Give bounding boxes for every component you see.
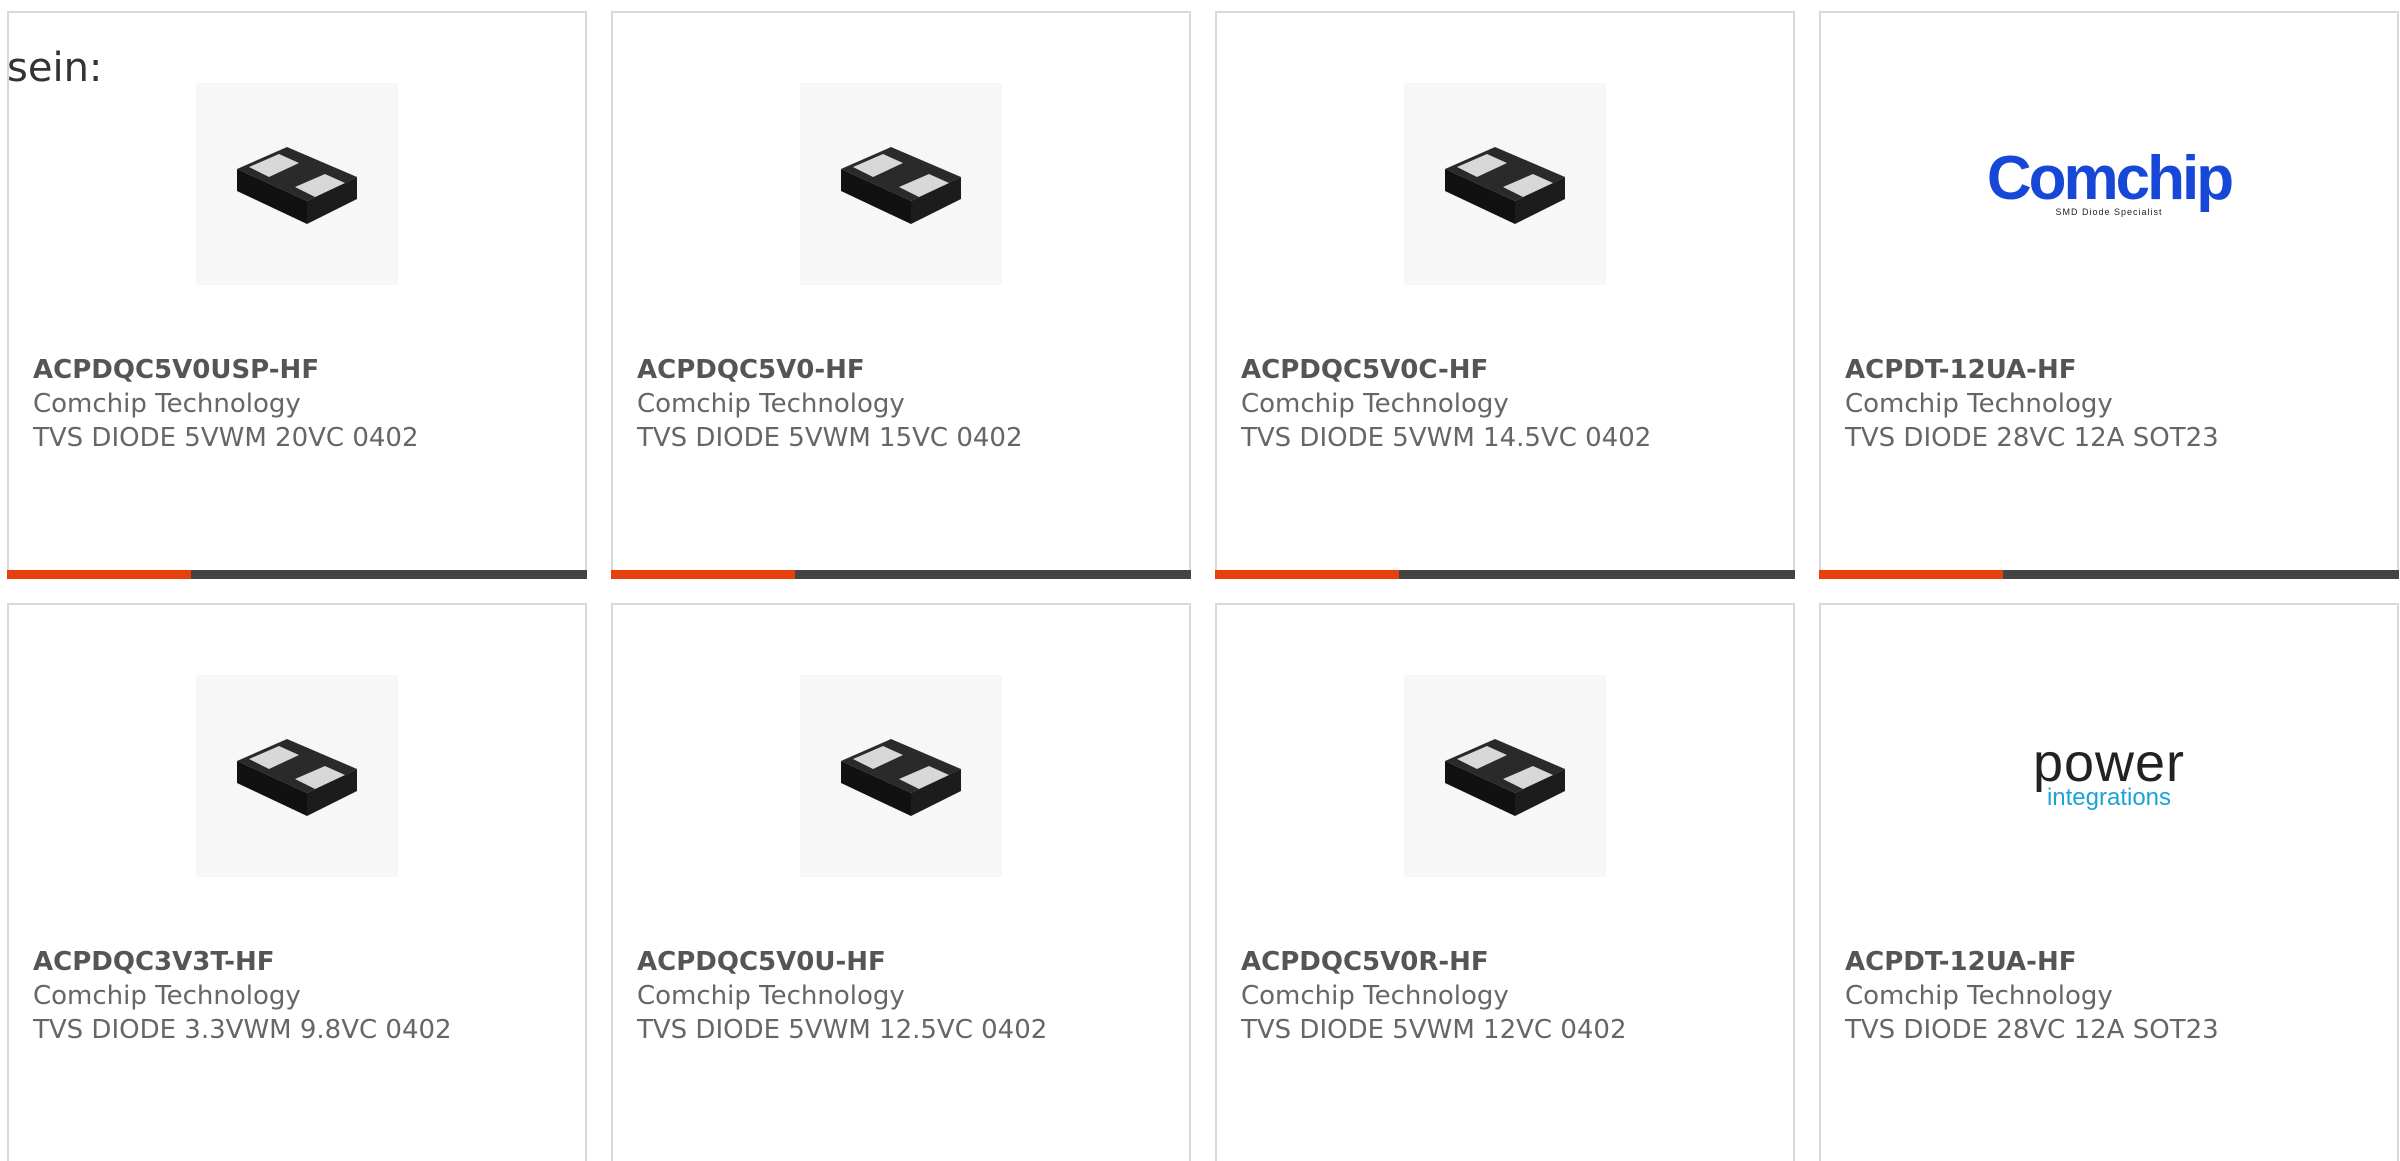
product-info: ACPDQC5V0C-HF Comchip Technology TVS DIO… [1241, 353, 1783, 455]
part-number[interactable]: ACPDQC5V0USP-HF [33, 353, 575, 387]
product-image[interactable] [800, 675, 1002, 877]
card-accent-bar [1215, 570, 1795, 579]
page: sein: ACPDQC5V0USP-HF Comchip Technology… [0, 0, 2400, 1161]
manufacturer: Comchip Technology [637, 389, 905, 419]
accent-segment [1215, 570, 1399, 579]
manufacturer: Comchip Technology [33, 389, 301, 419]
card-accent-bar [7, 570, 587, 579]
description: TVS DIODE 3.3VWM 9.8VC 0402 [33, 1015, 452, 1045]
product-info: ACPDQC5V0-HF Comchip Technology TVS DIOD… [637, 353, 1179, 455]
part-number[interactable]: ACPDQC5V0U-HF [637, 945, 1179, 979]
product-card[interactable]: ACPDQC3V3T-HF Comchip Technology TVS DIO… [7, 603, 587, 1161]
product-card[interactable]: ACPDQC5V0-HF Comchip Technology TVS DIOD… [611, 11, 1191, 579]
diode-package-icon [841, 147, 961, 224]
lead-text: sein: [7, 45, 103, 91]
product-card[interactable]: ACPDQC5V0R-HF Comchip Technology TVS DIO… [1215, 603, 1795, 1161]
part-number[interactable]: ACPDQC5V0R-HF [1241, 945, 1783, 979]
logo-word: Comchip [1986, 144, 2234, 213]
product-image[interactable] [800, 83, 1002, 285]
description: TVS DIODE 5VWM 15VC 0402 [637, 423, 1023, 453]
accent-segment [7, 570, 191, 579]
product-info: ACPDQC5V0U-HF Comchip Technology TVS DIO… [637, 945, 1179, 1047]
part-number[interactable]: ACPDT-12UA-HF [1845, 353, 2387, 387]
product-info: ACPDQC5V0R-HF Comchip Technology TVS DIO… [1241, 945, 1783, 1047]
description: TVS DIODE 5VWM 20VC 0402 [33, 423, 419, 453]
manufacturer: Comchip Technology [1845, 389, 2113, 419]
part-number[interactable]: ACPDQC3V3T-HF [33, 945, 575, 979]
accent-segment [1819, 570, 2003, 579]
manufacturer: Comchip Technology [1241, 389, 1509, 419]
logo-sub: integrations [2046, 784, 2172, 811]
description: TVS DIODE 5VWM 12VC 0402 [1241, 1015, 1627, 1045]
product-card[interactable]: ACPDQC5V0U-HF Comchip Technology TVS DIO… [611, 603, 1191, 1161]
accent-segment [611, 570, 795, 579]
description: TVS DIODE 28VC 12A SOT23 [1845, 1015, 2219, 1045]
part-number[interactable]: ACPDQC5V0C-HF [1241, 353, 1783, 387]
diode-package-icon [1445, 147, 1565, 224]
part-number[interactable]: ACPDQC5V0-HF [637, 353, 1179, 387]
product-image[interactable] [1404, 83, 1606, 285]
product-card[interactable]: Comchip SMD Diode Specialist ACPDT-12UA-… [1819, 11, 2399, 579]
product-image[interactable] [196, 675, 398, 877]
comchip-logo: Comchip SMD Diode Specialist [1986, 144, 2234, 218]
description: TVS DIODE 5VWM 14.5VC 0402 [1241, 423, 1652, 453]
product-card[interactable]: ACPDQC5V0C-HF Comchip Technology TVS DIO… [1215, 11, 1795, 579]
product-image[interactable] [196, 83, 398, 285]
product-info: ACPDQC3V3T-HF Comchip Technology TVS DIO… [33, 945, 575, 1047]
power-integrations-logo: power integrations [2032, 733, 2186, 811]
product-image[interactable]: Comchip SMD Diode Specialist [1987, 83, 2234, 285]
diode-package-icon [237, 739, 357, 816]
part-number[interactable]: ACPDT-12UA-HF [1845, 945, 2387, 979]
product-card[interactable]: power integrations ACPDT-12UA-HF Comchip… [1819, 603, 2399, 1161]
product-info: ACPDQC5V0USP-HF Comchip Technology TVS D… [33, 353, 575, 455]
product-image[interactable] [1404, 675, 1606, 877]
manufacturer: Comchip Technology [1241, 981, 1509, 1011]
description: TVS DIODE 5VWM 12.5VC 0402 [637, 1015, 1048, 1045]
diode-package-icon [841, 739, 961, 816]
card-accent-bar [1819, 570, 2399, 579]
manufacturer: Comchip Technology [637, 981, 905, 1011]
manufacturer: Comchip Technology [1845, 981, 2113, 1011]
product-grid: ACPDQC5V0USP-HF Comchip Technology TVS D… [7, 11, 2400, 1161]
card-accent-bar [611, 570, 1191, 579]
description: TVS DIODE 28VC 12A SOT23 [1845, 423, 2219, 453]
diode-package-icon [237, 147, 357, 224]
manufacturer: Comchip Technology [33, 981, 301, 1011]
diode-package-icon [1445, 739, 1565, 816]
logo-word: power [2032, 733, 2186, 793]
product-info: ACPDT-12UA-HF Comchip Technology TVS DIO… [1845, 945, 2387, 1047]
product-info: ACPDT-12UA-HF Comchip Technology TVS DIO… [1845, 353, 2387, 455]
product-image[interactable]: power integrations [2008, 675, 2210, 877]
